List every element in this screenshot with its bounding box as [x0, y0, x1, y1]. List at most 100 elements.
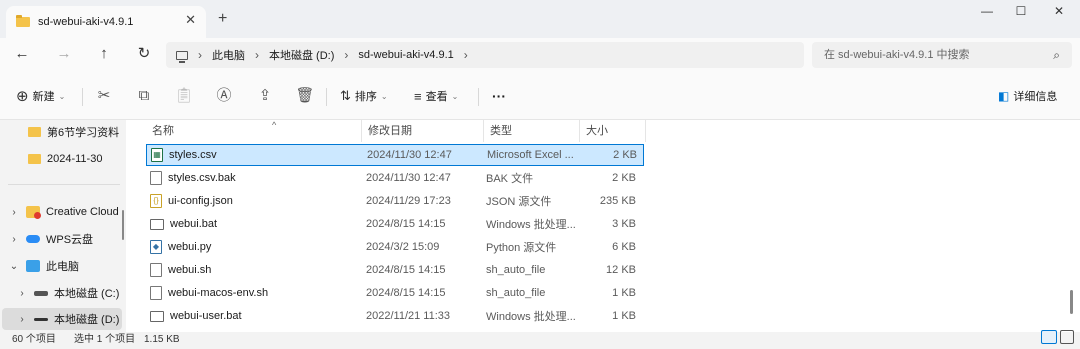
- details-pane-button[interactable]: ◧ 详细信息: [998, 86, 1057, 106]
- column-header-label: 修改日期: [368, 125, 412, 137]
- file-type: sh_auto_file: [486, 264, 546, 276]
- column-header-label: 大小: [586, 125, 608, 137]
- file-row[interactable]: ▦ styles.csv 2024/11/30 12:47 Microsoft E…: [146, 144, 644, 166]
- file-name-cell: webui-macos-env.sh: [146, 286, 362, 300]
- up-button[interactable]: ↑: [92, 44, 116, 64]
- back-button[interactable]: ←: [10, 44, 34, 64]
- folder-icon: [28, 154, 41, 164]
- file-size: 2 KB: [613, 149, 637, 161]
- sidebar-scrollbar[interactable]: [122, 210, 124, 240]
- sidebar-item-this-pc[interactable]: ⌄ 此电脑: [0, 255, 124, 277]
- breadcrumb-this-pc[interactable]: 此电脑: [212, 47, 245, 63]
- file-size: 2 KB: [612, 172, 636, 184]
- breadcrumb-separator[interactable]: ›: [344, 48, 348, 62]
- cloud-icon: [26, 235, 40, 243]
- column-header-label: 名称: [152, 125, 174, 137]
- batch-file-icon: [150, 218, 164, 230]
- view-button[interactable]: ≡ 查看 ⌄: [414, 86, 458, 106]
- paste-icon[interactable]: 📋︎: [174, 86, 194, 106]
- rename-icon[interactable]: Ⓐ: [214, 86, 234, 106]
- file-date: 2022/11/21 11:33: [366, 310, 451, 322]
- file-date: 2024/11/30 12:47: [366, 172, 451, 184]
- sidebar-item-drive-d[interactable]: › 本地磁盘 (D:): [2, 308, 122, 330]
- tiles-view-button[interactable]: [1060, 330, 1074, 344]
- column-header-size[interactable]: 大小: [580, 120, 646, 142]
- sidebar-item-wps-cloud[interactable]: › WPS云盘: [0, 228, 124, 250]
- delete-icon[interactable]: 🗑︎: [295, 86, 315, 106]
- search-input[interactable]: 在 sd-webui-aki-v4.9.1 中搜索 ⌕: [812, 42, 1072, 68]
- file-name: ui-config.json: [168, 195, 233, 207]
- sidebar-item-label: 第6节学习资料: [47, 127, 120, 139]
- new-button[interactable]: ⊕ 新建 ⌄: [16, 86, 65, 106]
- share-icon[interactable]: ⇪: [255, 86, 275, 106]
- breadcrumb-separator[interactable]: ›: [464, 48, 468, 62]
- file-type: BAK 文件: [486, 173, 534, 185]
- view-icon: ≡: [414, 88, 422, 104]
- breadcrumb-current-folder[interactable]: sd-webui-aki-v4.9.1: [358, 49, 453, 61]
- sidebar-item-label: 2024-11-30: [47, 153, 103, 165]
- new-tab-button[interactable]: +: [218, 10, 227, 28]
- chevron-right-icon[interactable]: ›: [8, 207, 20, 218]
- chevron-down-icon: ⌄: [58, 91, 66, 101]
- sidebar-item-2024-11-30[interactable]: 2024-11-30: [0, 148, 124, 170]
- active-tab[interactable]: sd-webui-aki-v4.9.1 ✕: [6, 6, 206, 38]
- toolbar-divider: [326, 88, 327, 106]
- file-row[interactable]: webui-macos-env.sh 2024/8/15 14:15 sh_au…: [146, 282, 644, 304]
- file-row[interactable]: {} ui-config.json 2024/11/29 17:23 JSON 源…: [146, 190, 644, 212]
- status-bar: 60 个项目 选中 1 个项目 1.15 KB: [0, 332, 1080, 349]
- file-name: webui.sh: [168, 264, 212, 276]
- file-row[interactable]: styles.csv.bak 2024/11/30 12:47 BAK 文件 2…: [146, 167, 644, 189]
- sort-button[interactable]: ⇅ 排序 ⌄: [340, 86, 388, 106]
- view-label: 查看: [425, 91, 448, 103]
- item-count: 60 个项目: [12, 334, 56, 345]
- file-date: 2024/8/15 14:15: [366, 264, 446, 276]
- sidebar-item-drive-c[interactable]: › 本地磁盘 (C:): [0, 282, 124, 304]
- chevron-down-icon: ⌄: [451, 91, 459, 101]
- file-name: webui.bat: [170, 218, 218, 230]
- file-size: 6 KB: [612, 241, 636, 253]
- chevron-down-icon: ⌄: [380, 91, 388, 101]
- sidebar-item-study-materials[interactable]: 第6节学习资料: [0, 121, 124, 143]
- file-icon: [150, 171, 162, 185]
- details-view-button[interactable]: [1041, 330, 1057, 344]
- sidebar-item-creative-cloud[interactable]: › Creative Cloud: [0, 201, 124, 223]
- file-name-cell: ◆ webui.py: [146, 240, 362, 254]
- chevron-right-icon[interactable]: ›: [16, 314, 28, 325]
- chevron-right-icon[interactable]: ›: [16, 288, 28, 299]
- minimize-button[interactable]: —: [972, 4, 1002, 22]
- selected-size: 1.15 KB: [144, 334, 180, 345]
- chevron-right-icon[interactable]: ›: [8, 234, 20, 245]
- tab-close-button[interactable]: ✕: [185, 12, 196, 28]
- file-size: 12 KB: [606, 264, 636, 276]
- copy-icon[interactable]: ⧉: [134, 86, 154, 106]
- sidebar-item-label: Creative Cloud: [46, 206, 119, 218]
- chevron-down-icon[interactable]: ⌄: [8, 261, 20, 272]
- file-row[interactable]: ◆ webui.py 2024/3/2 15:09 Python 源文件 6 KB: [146, 236, 644, 258]
- maximize-button[interactable]: ☐: [1006, 4, 1036, 22]
- file-name-cell: webui.bat: [146, 218, 362, 230]
- file-row[interactable]: webui.sh 2024/8/15 14:15 sh_auto_file 12…: [146, 259, 644, 281]
- column-header-date[interactable]: 修改日期: [362, 120, 484, 142]
- forward-button[interactable]: →: [52, 44, 76, 64]
- breadcrumb-drive-d[interactable]: 本地磁盘 (D:): [269, 47, 334, 63]
- file-row[interactable]: webui-user.bat 2022/11/21 11:33 Windows …: [146, 305, 644, 327]
- sidebar-divider: [8, 184, 120, 185]
- file-type: Windows 批处理...: [486, 219, 576, 231]
- folder-icon: [28, 127, 41, 137]
- csv-file-icon: ▦: [151, 148, 163, 162]
- column-header-name[interactable]: ^ 名称: [146, 120, 362, 142]
- python-file-icon: ◆: [150, 240, 162, 254]
- navigation-pane: 第6节学习资料 2024-11-30 › Creative Cloud › WP…: [0, 120, 124, 332]
- computer-icon: [26, 260, 40, 272]
- file-list-scrollbar[interactable]: [1070, 290, 1073, 314]
- breadcrumb-separator[interactable]: ›: [255, 48, 259, 62]
- file-name: webui-user.bat: [170, 310, 242, 322]
- file-type: JSON 源文件: [486, 196, 552, 208]
- close-window-button[interactable]: ✕: [1044, 4, 1074, 22]
- more-options-button[interactable]: ···: [492, 86, 506, 106]
- cut-icon[interactable]: ✂: [94, 86, 114, 106]
- file-row[interactable]: webui.bat 2024/8/15 14:15 Windows 批处理...…: [146, 213, 644, 235]
- column-header-type[interactable]: 类型: [484, 120, 580, 142]
- refresh-button[interactable]: ↻: [132, 44, 156, 64]
- address-bar[interactable]: › 此电脑 › 本地磁盘 (D:) › sd-webui-aki-v4.9.1 …: [166, 42, 804, 68]
